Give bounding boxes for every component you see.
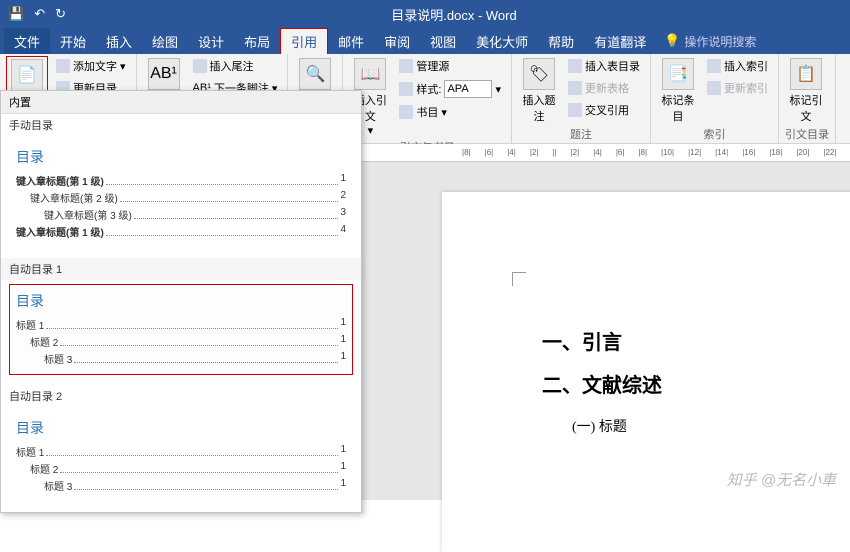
toc-line: 标题 21 (16, 334, 346, 349)
toc-heading: 目录 (16, 418, 346, 438)
horizontal-ruler[interactable]: |8||6||4||2||||2||4||6||8||10||12||14||1… (362, 144, 850, 162)
crop-mark (512, 272, 526, 286)
document-page[interactable]: 一、引言 二、文献综述 (一) 标题 (442, 192, 850, 552)
toc-line: 键入章标题(第 1 级)4 (16, 224, 346, 239)
style-icon (399, 82, 413, 96)
citation-style-select[interactable]: 样式: ▾ (395, 78, 505, 100)
manual-toc-label: 手动目录 (1, 114, 361, 136)
biblio-icon (399, 105, 413, 119)
watermark: 知乎 @无名小車 (727, 469, 836, 490)
group-citations: 📖 插入引文▾ 管理源 样式: ▾ 书目 ▾ 引文与书目 (343, 54, 512, 143)
toc-line: 键入章标题(第 3 级)3 (16, 207, 346, 222)
doc-subheading[interactable]: (一) 标题 (572, 416, 850, 436)
toc-dropdown-panel: 内置 手动目录 目录 键入章标题(第 1 级)1 键入章标题(第 2 级)2 键入章… (0, 90, 362, 513)
tab-view[interactable]: 视图 (420, 28, 466, 54)
index-icon: 📑 (662, 58, 694, 90)
bulb-icon: 💡 (664, 33, 680, 49)
save-icon[interactable]: 💾 (8, 6, 24, 22)
update-index-icon (707, 81, 721, 95)
add-text-icon (56, 59, 70, 73)
toc-line: 标题 11 (16, 444, 346, 459)
tab-draw[interactable]: 绘图 (142, 28, 188, 54)
toc-line: 标题 11 (16, 317, 346, 332)
window-title: 目录说明.docx - Word (66, 5, 842, 24)
doc-heading-1[interactable]: 一、引言 (542, 326, 850, 355)
endnote-icon (193, 59, 207, 73)
toc-heading: 目录 (16, 147, 346, 167)
group-label-caption: 题注 (518, 126, 644, 144)
auto-toc-2-label: 自动目录 2 (1, 385, 361, 407)
title-bar: 💾 ↶ ↻ 目录说明.docx - Word (0, 0, 850, 28)
auto-toc-1-preview[interactable]: 目录 标题 11 标题 21 标题 31 (9, 284, 353, 375)
quick-access-toolbar: 💾 ↶ ↻ (8, 6, 66, 22)
redo-icon[interactable]: ↻ (55, 6, 66, 22)
manual-toc-preview[interactable]: 目录 键入章标题(第 1 级)1 键入章标题(第 2 级)2 键入章标题(第 3 级… (9, 140, 353, 248)
tab-mailings[interactable]: 邮件 (328, 28, 374, 54)
auth-icon: 📋 (790, 58, 822, 90)
search-icon: 🔍 (299, 58, 331, 90)
dropdown-builtin-header: 内置 (1, 91, 361, 114)
tab-design[interactable]: 设计 (188, 28, 234, 54)
toc-line: 标题 21 (16, 461, 346, 476)
insert-index-icon (707, 59, 721, 73)
mark-entry-button[interactable]: 📑 标记条目 (657, 56, 699, 126)
tab-review[interactable]: 审阅 (374, 28, 420, 54)
auto-toc-1-label: 自动目录 1 (1, 258, 361, 280)
tab-home[interactable]: 开始 (50, 28, 96, 54)
tab-translate[interactable]: 有道翻译 (584, 28, 656, 54)
footnote-icon: AB¹ (148, 58, 180, 90)
caption-icon: 🏷 (523, 58, 555, 90)
group-index: 📑 标记条目 插入索引 更新索引 索引 (651, 54, 779, 143)
toc-icon: 📄 (11, 59, 43, 91)
insert-figure-toc-button[interactable]: 插入表目录 (564, 56, 644, 76)
toc-heading: 目录 (16, 291, 346, 311)
toc-line: 键入章标题(第 1 级)1 (16, 173, 346, 188)
doc-heading-2[interactable]: 二、文献综述 (542, 369, 850, 398)
tab-file[interactable]: 文件 (4, 28, 50, 54)
toc-line: 标题 31 (16, 478, 346, 493)
update-tbl-icon (568, 81, 582, 95)
auto-toc-2-preview[interactable]: 目录 标题 11 标题 21 标题 31 (9, 411, 353, 502)
tell-me-label: 操作说明搜索 (684, 33, 756, 50)
document-area: |8||6||4||2||||2||4||6||8||10||12||14||1… (362, 144, 850, 500)
style-input[interactable] (444, 80, 492, 98)
manage-sources-button[interactable]: 管理源 (395, 56, 505, 76)
toc-line: 标题 31 (16, 351, 346, 366)
tab-layout[interactable]: 布局 (234, 28, 280, 54)
toc-line: 键入章标题(第 2 级)2 (16, 190, 346, 205)
bibliography-button[interactable]: 书目 ▾ (395, 102, 505, 122)
group-label-index: 索引 (657, 126, 772, 144)
group-captions: 🏷 插入题注 插入表目录 更新表格 交叉引用 题注 (512, 54, 651, 143)
update-index-button[interactable]: 更新索引 (703, 78, 772, 98)
sources-icon (399, 59, 413, 73)
tab-help[interactable]: 帮助 (538, 28, 584, 54)
undo-icon[interactable]: ↶ (34, 6, 45, 22)
update-table-button[interactable]: 更新表格 (564, 78, 644, 98)
tab-references[interactable]: 引用 (280, 28, 328, 54)
insert-caption-button[interactable]: 🏷 插入题注 (518, 56, 560, 126)
insert-index-button[interactable]: 插入索引 (703, 56, 772, 76)
menu-bar: 文件 开始 插入 绘图 设计 布局 引用 邮件 审阅 视图 美化大师 帮助 有道… (0, 28, 850, 54)
insert-endnote-button[interactable]: 插入尾注 (189, 56, 282, 76)
cross-reference-button[interactable]: 交叉引用 (564, 100, 644, 120)
citation-icon: 📖 (354, 58, 386, 90)
crossref-icon (568, 103, 582, 117)
mark-citation-button[interactable]: 📋 标记引文 (785, 56, 827, 126)
tell-me-search[interactable]: 💡 操作说明搜索 (664, 28, 756, 54)
group-label-auth: 引文目录 (785, 126, 829, 144)
tab-insert[interactable]: 插入 (96, 28, 142, 54)
tab-beautify[interactable]: 美化大师 (466, 28, 538, 54)
group-authorities: 📋 标记引文 引文目录 (779, 54, 836, 143)
fig-toc-icon (568, 59, 582, 73)
add-text-button[interactable]: 添加文字 ▾ (52, 56, 130, 76)
